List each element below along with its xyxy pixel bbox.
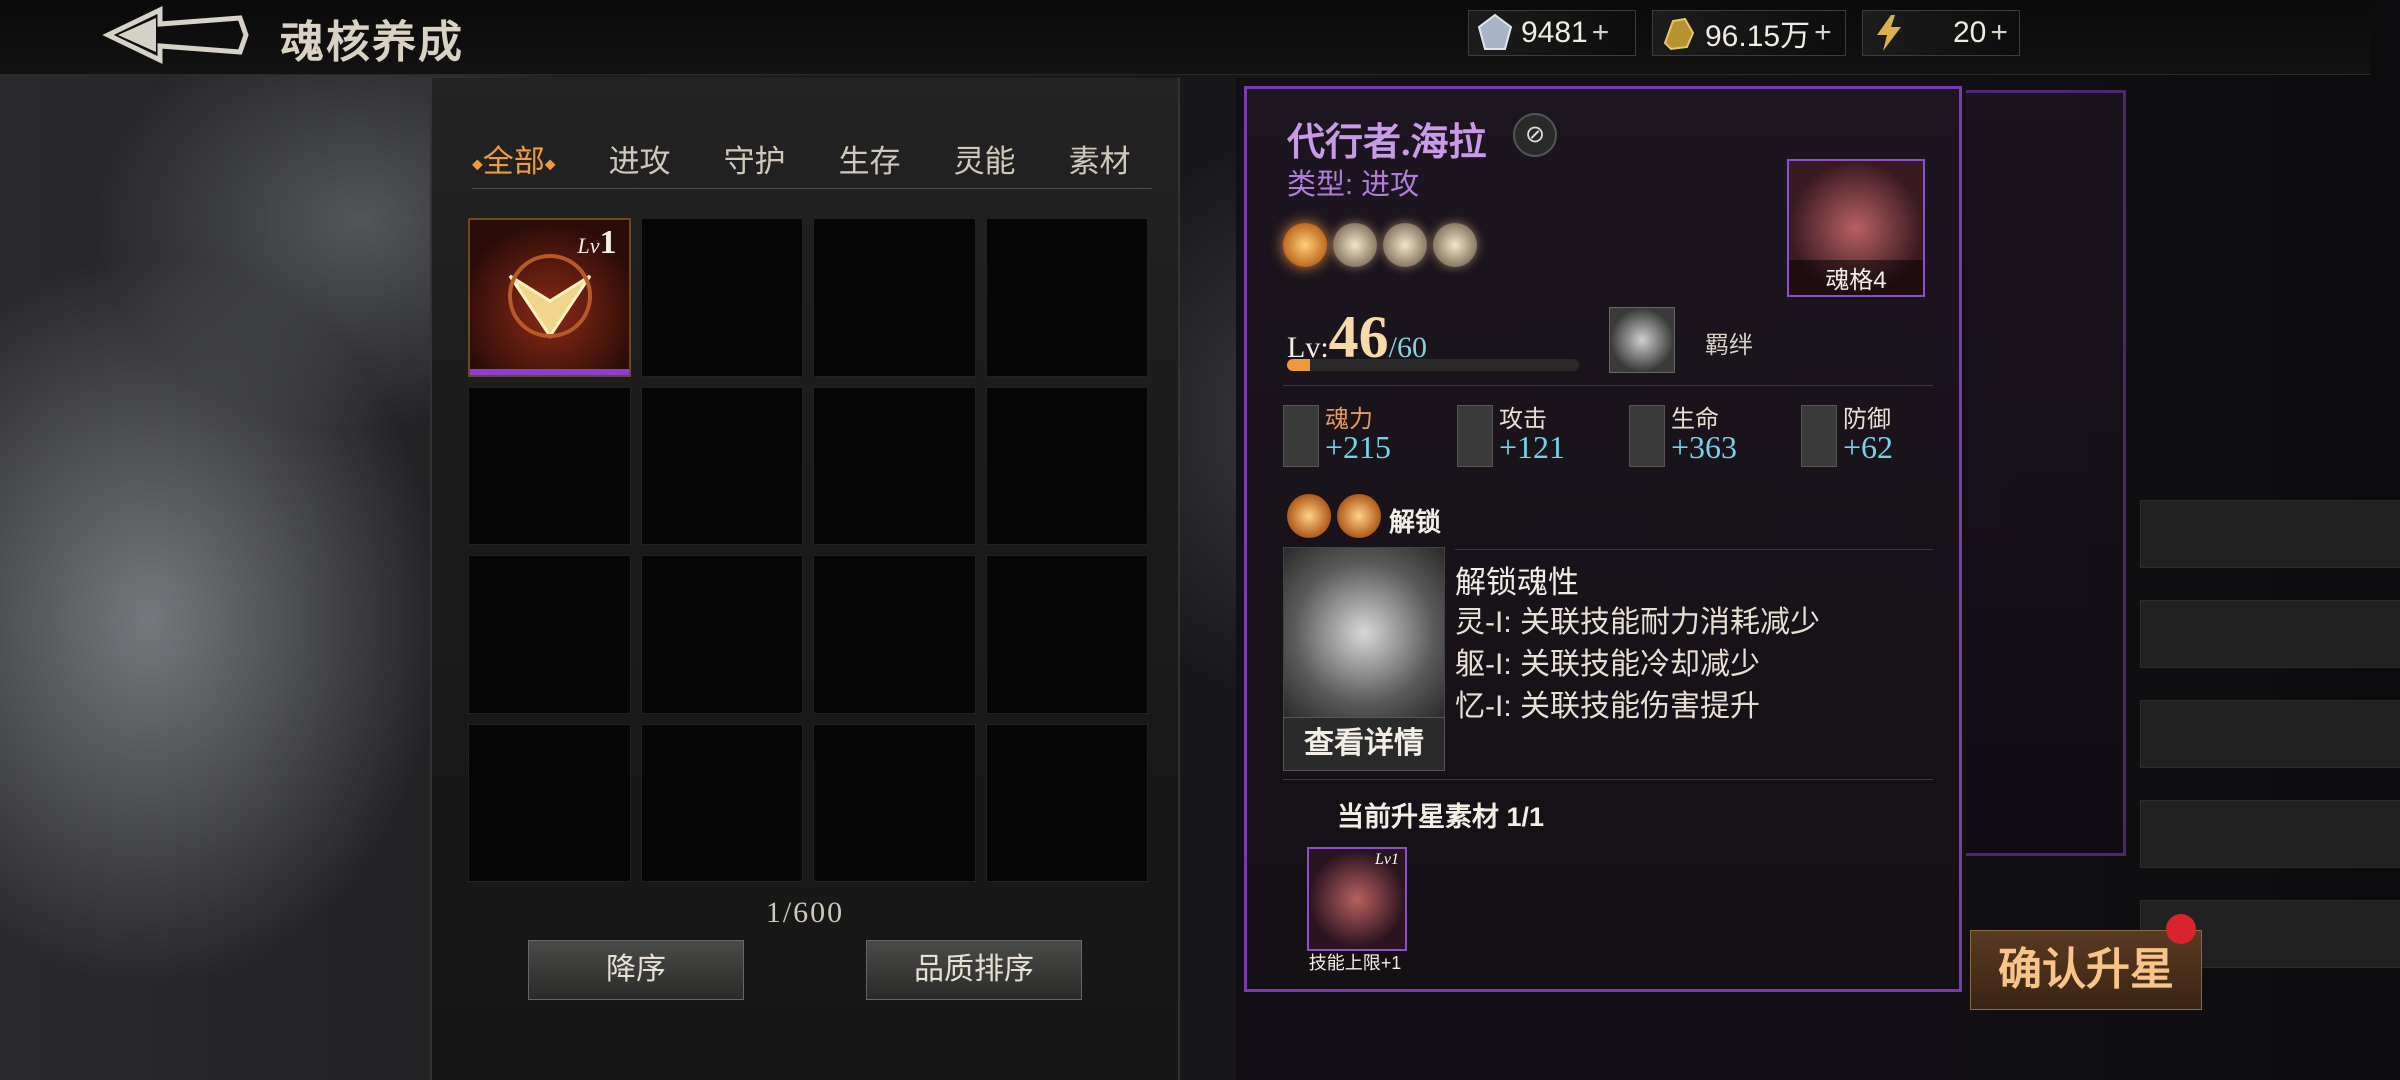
xp-bar: [1287, 359, 1579, 371]
upgrade-material-header: 当前升星素材 1/1: [1337, 802, 1545, 832]
unlock-header: 解锁: [1287, 494, 1937, 544]
resource-gold[interactable]: 96.15万 +: [1652, 10, 1846, 56]
side-menu-button[interactable]: [2140, 800, 2400, 868]
empty-slot: [468, 723, 631, 882]
empty-slot: [813, 723, 976, 882]
tab-psionic[interactable]: 灵能: [954, 136, 1016, 181]
empty-slot: [813, 386, 976, 545]
crystal-amount: 9481: [1521, 16, 1588, 49]
back-arrow-icon[interactable]: [100, 6, 250, 64]
gold-amount: 96.15万: [1705, 20, 1811, 53]
star-empty-icon: [1383, 223, 1427, 267]
empty-slot: [813, 218, 976, 377]
xp-bar-fill: [1287, 359, 1311, 371]
empty-slot: [468, 555, 631, 714]
inventory-panel: ◆全部◆ 进攻 守护 生存 灵能 素材 Lv1 1/600 降序 品质排序: [430, 78, 1180, 1080]
top-bar: 魂核养成 9481 + 96.15万 + 20 +: [0, 0, 2370, 75]
empty-slot: [640, 555, 803, 714]
sort-descending-button[interactable]: 降序: [528, 940, 744, 1000]
add-crystal-button[interactable]: +: [1592, 16, 1610, 50]
character-portrait[interactable]: 魂格4: [1787, 159, 1925, 297]
divider: [1283, 779, 1933, 780]
soul-core-emblem-icon: [508, 254, 592, 339]
stat-defense: 防御 +62: [1801, 399, 1971, 469]
view-details-button[interactable]: 查看详情: [1283, 717, 1445, 771]
detail-frame: 代行者.海拉 ⊘ 类型: 进攻 魂格4 Lv:46/60 羁绊 魂力 +215 …: [1244, 86, 1962, 992]
bond-label: 羁绊: [1705, 332, 1753, 359]
empty-slot: [985, 555, 1148, 714]
resource-crystal[interactable]: 9481 +: [1468, 10, 1636, 56]
stat-attack: 攻击 +121: [1457, 399, 1627, 469]
add-energy-button[interactable]: +: [1990, 16, 2008, 50]
unlock-line: 忆-I: 关联技能伤害提升: [1455, 690, 1760, 723]
gold-coin-icon: [1663, 17, 1695, 51]
empty-slot: [468, 386, 631, 545]
soul-rank-label: 魂格4: [1789, 260, 1923, 295]
resource-energy[interactable]: 20 +: [1862, 10, 2020, 56]
inventory-count: 1/600: [765, 896, 845, 929]
empty-slot: [813, 555, 976, 714]
page-title: 魂核养成: [280, 18, 464, 67]
soul-core-card[interactable]: Lv1: [468, 218, 631, 377]
material-caption: 技能上限+1: [1308, 953, 1402, 973]
confirm-star-up-button[interactable]: 确认升星: [1970, 930, 2202, 1010]
soul-core-type: 类型: 进攻: [1287, 169, 1420, 201]
unlock-orb-icon: [1287, 494, 1331, 538]
empty-slot: [985, 723, 1148, 882]
side-menu-button[interactable]: [2140, 500, 2400, 568]
diamond-icon: ◆: [472, 154, 483, 171]
divider: [1283, 385, 1933, 386]
add-gold-button[interactable]: +: [1814, 16, 1832, 50]
defense-icon: [1801, 405, 1837, 467]
tab-guard[interactable]: 守护: [724, 136, 786, 181]
skill-emblem-icon: [1283, 547, 1445, 719]
background-panel: [1960, 90, 2126, 856]
soul-core-detail-panel: 代行者.海拉 ⊘ 类型: 进攻 魂格4 Lv:46/60 羁绊 魂力 +215 …: [1236, 78, 1966, 1080]
material-card[interactable]: Lv1: [1307, 847, 1407, 951]
diamond-icon: ◆: [544, 154, 556, 171]
soul-core-name: 代行者.海拉: [1287, 122, 1487, 164]
material-level: Lv1: [1375, 851, 1399, 868]
lightning-icon: [1877, 15, 1901, 51]
unlock-orb-icon: [1337, 494, 1381, 538]
unlock-line: 灵-I: 关联技能耐力消耗减少: [1455, 606, 1820, 639]
star-filled-icon: [1283, 223, 1327, 267]
stat-soul-power: 魂力 +215: [1283, 399, 1453, 469]
notification-dot: [2166, 914, 2196, 944]
lock-icon[interactable]: ⊘: [1513, 113, 1557, 157]
energy-amount: 20: [1953, 16, 1987, 49]
star-empty-icon: [1333, 223, 1377, 267]
inventory-grid: Lv1: [468, 218, 1148, 882]
star-rating: [1283, 223, 1477, 267]
tab-all[interactable]: ◆全部◆: [472, 136, 556, 181]
side-menu-button[interactable]: [2140, 700, 2400, 768]
life-icon: [1629, 405, 1665, 467]
side-menu-button[interactable]: [2140, 600, 2400, 668]
attack-icon: [1457, 405, 1493, 467]
empty-slot: [985, 218, 1148, 377]
quality-sort-button[interactable]: 品质排序: [866, 940, 1082, 1000]
tab-survival[interactable]: 生存: [839, 136, 901, 181]
stat-life: 生命 +363: [1629, 399, 1799, 469]
star-empty-icon: [1433, 223, 1477, 267]
tab-materials[interactable]: 素材: [1069, 136, 1131, 181]
unlock-title: 解锁魂性: [1455, 565, 1579, 600]
category-tabs: ◆全部◆ 进攻 守护 生存 灵能 素材: [472, 128, 1152, 189]
unlock-line: 躯-I: 关联技能冷却减少: [1455, 648, 1760, 681]
empty-slot: [640, 218, 803, 377]
tab-attack[interactable]: 进攻: [609, 136, 671, 181]
empty-slot: [640, 386, 803, 545]
crystal-icon: [1477, 13, 1513, 50]
empty-slot: [985, 386, 1148, 545]
empty-slot: [640, 723, 803, 882]
item-level: Lv1: [577, 224, 617, 261]
bond-icon[interactable]: [1609, 307, 1675, 373]
soul-power-icon: [1283, 405, 1319, 467]
rarity-bar: [470, 368, 629, 375]
divider: [1455, 549, 1933, 550]
